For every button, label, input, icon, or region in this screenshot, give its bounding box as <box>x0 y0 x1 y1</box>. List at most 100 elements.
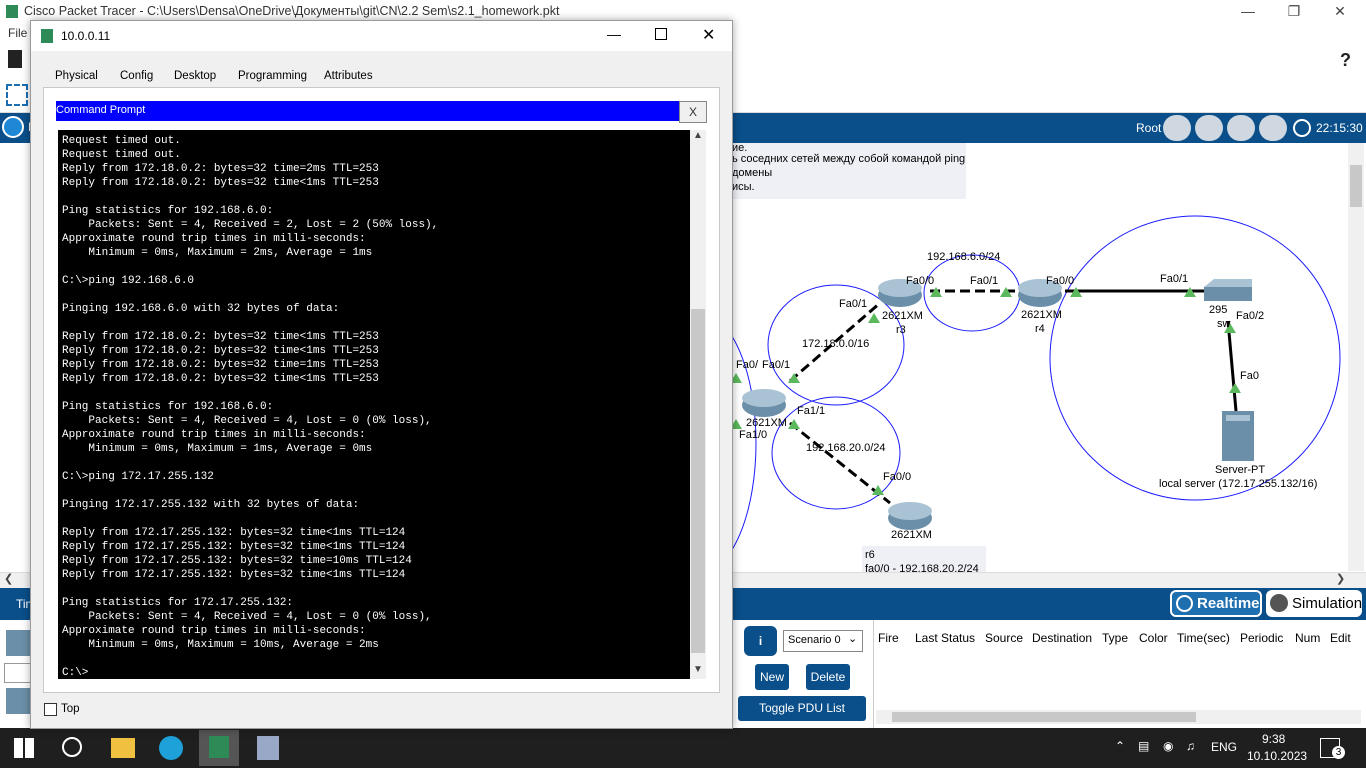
net-label: 192.168.6.0/24 <box>927 251 1001 263</box>
column-header: Type <box>1102 631 1129 645</box>
device-model: 295 <box>1209 304 1228 316</box>
device-name: r4 <box>1035 323 1045 335</box>
new-pdu-button[interactable]: New <box>755 664 789 690</box>
tab-physical[interactable]: Physical <box>45 65 108 87</box>
new-file-icon[interactable] <box>8 50 22 68</box>
cloud-icon[interactable] <box>1195 115 1223 141</box>
command-prompt-title: Command Prompt <box>56 104 146 116</box>
notification-count: 3 <box>1332 746 1345 759</box>
net-circle-local <box>1049 215 1341 501</box>
column-header: Periodic <box>1240 631 1284 645</box>
topology-vscroll[interactable] <box>1348 143 1364 571</box>
link-up-marker <box>788 373 800 383</box>
toggle-pdu-button[interactable]: Toggle PDU List Window <box>738 696 866 740</box>
maximize-button[interactable]: ❐ <box>1271 0 1317 24</box>
device-router-icon[interactable] <box>6 688 32 714</box>
clock: 22:15:30 <box>1316 121 1363 135</box>
scroll-down-icon[interactable]: ▼ <box>693 664 703 675</box>
scroll-up-icon[interactable]: ▲ <box>693 130 703 141</box>
scroll-right-icon[interactable]: ❯ <box>1336 572 1345 585</box>
search-icon[interactable] <box>62 737 82 757</box>
edge-browser-icon[interactable] <box>159 736 183 760</box>
scroll-left-icon[interactable]: ❮ <box>4 572 13 585</box>
dialog-titlebar: 10.0.0.11 — ✕ <box>31 21 732 51</box>
taskbar-time[interactable]: 9:38 <box>1262 732 1285 746</box>
if-label: Fa0 <box>1240 370 1259 382</box>
taskbar: ⌃ ▤ ◉ ♫ ENG 9:38 10.10.2023 3 <box>0 728 1366 768</box>
back-icon[interactable] <box>1163 115 1191 141</box>
pdu-hscroll-thumb[interactable] <box>892 712 1196 722</box>
net-label: 172.18.0.0/16 <box>802 338 870 350</box>
volume-icon[interactable]: ♫ <box>1186 739 1195 753</box>
pt-logo-icon <box>41 29 53 43</box>
logical-icon[interactable] <box>2 116 24 138</box>
file-explorer-icon[interactable] <box>111 738 135 758</box>
network-icon[interactable]: ▤ <box>1138 739 1149 753</box>
console-text: Request timed out. Request timed out. Re… <box>62 135 439 679</box>
dialog-maximize-button[interactable] <box>655 28 667 40</box>
console-scroll-thumb[interactable] <box>691 309 705 653</box>
simulation-button[interactable]: Simulation <box>1266 590 1362 617</box>
app-taskbar-icon[interactable] <box>257 736 279 760</box>
column-header: Time(sec) <box>1177 631 1230 645</box>
column-header: Last Status <box>915 631 976 645</box>
if-label: Fa0/0 <box>883 471 912 483</box>
background-icon[interactable] <box>1259 115 1287 141</box>
router-r2-icon <box>742 389 786 417</box>
column-header: Color <box>1139 631 1168 645</box>
viewport-icon[interactable] <box>1293 119 1311 137</box>
chevron-down-icon: ⌄ <box>848 633 858 645</box>
minimize-button[interactable]: — <box>1225 0 1271 24</box>
delete-pdu-button[interactable]: Delete <box>806 664 850 690</box>
if-label: Fa0/1 <box>762 359 791 371</box>
device-model: Server-PT <box>1215 464 1266 476</box>
column-header: Fire <box>878 631 899 645</box>
link-sw-srv <box>1226 320 1238 412</box>
pt-icon-inner <box>209 736 229 758</box>
tab-programming[interactable]: Programming <box>228 65 317 87</box>
vscroll-thumb[interactable] <box>1350 165 1362 207</box>
column-header: Num <box>1295 631 1321 645</box>
device-model: 2621XM <box>746 417 787 429</box>
tab-desktop[interactable]: Desktop <box>164 65 227 89</box>
windows-start-icon[interactable] <box>14 738 34 758</box>
if-label: Fa1/0 <box>739 429 768 441</box>
top-checkbox[interactable] <box>44 703 57 716</box>
column-header: Edit <box>1330 631 1351 645</box>
close-button[interactable]: ✕ <box>1317 0 1363 24</box>
device-name: local server (172.17.255.132/16) <box>1159 478 1318 490</box>
tab-attributes[interactable]: Attributes <box>314 65 383 87</box>
menu-file[interactable]: File <box>8 26 27 40</box>
realtime-button[interactable]: Realtime <box>1170 590 1262 617</box>
link-up-marker <box>1229 383 1241 393</box>
command-prompt-close-button[interactable]: X <box>679 101 707 123</box>
router-r6-icon <box>888 502 932 530</box>
root-label: Root <box>1136 121 1162 135</box>
if-label: Fa1/1 <box>797 405 826 417</box>
scenario-select[interactable]: Scenario 0 ⌄ <box>783 630 863 652</box>
link-up-marker <box>868 313 880 323</box>
simulation-icon <box>1270 594 1288 612</box>
if-label: Fa0/2 <box>1236 310 1265 322</box>
console-output[interactable]: Request timed out. Request timed out. Re… <box>58 130 690 679</box>
pdu-hscroll[interactable] <box>876 710 1361 724</box>
column-header: Source <box>985 631 1024 645</box>
if-label: Fa0/0 <box>1046 275 1075 287</box>
taskbar-date[interactable]: 10.10.2023 <box>1247 749 1307 763</box>
language-indicator[interactable]: ENG <box>1211 740 1237 754</box>
wifi-icon[interactable]: ◉ <box>1163 739 1173 753</box>
tab-config[interactable]: Config <box>110 65 163 87</box>
r6-note-box: r6 fa0/0 - 192.168.20.2/24 <box>862 546 986 573</box>
device-category-icon[interactable] <box>6 630 32 656</box>
select-tool-icon[interactable] <box>6 84 28 106</box>
net-label: 192.168.20.0/24 <box>806 442 886 454</box>
move-icon[interactable] <box>1227 115 1255 141</box>
device-model: 2621XM <box>891 529 932 541</box>
dialog-close-button[interactable]: ✕ <box>702 25 715 45</box>
dialog-minimize-button[interactable]: — <box>607 26 621 42</box>
realtime-label: Realtime <box>1197 595 1260 612</box>
if-label: Fa0/1 <box>970 275 999 287</box>
info-icon[interactable]: i <box>744 626 777 656</box>
help-icon[interactable]: ? <box>1340 50 1351 71</box>
tray-chevron-icon[interactable]: ⌃ <box>1115 739 1125 753</box>
